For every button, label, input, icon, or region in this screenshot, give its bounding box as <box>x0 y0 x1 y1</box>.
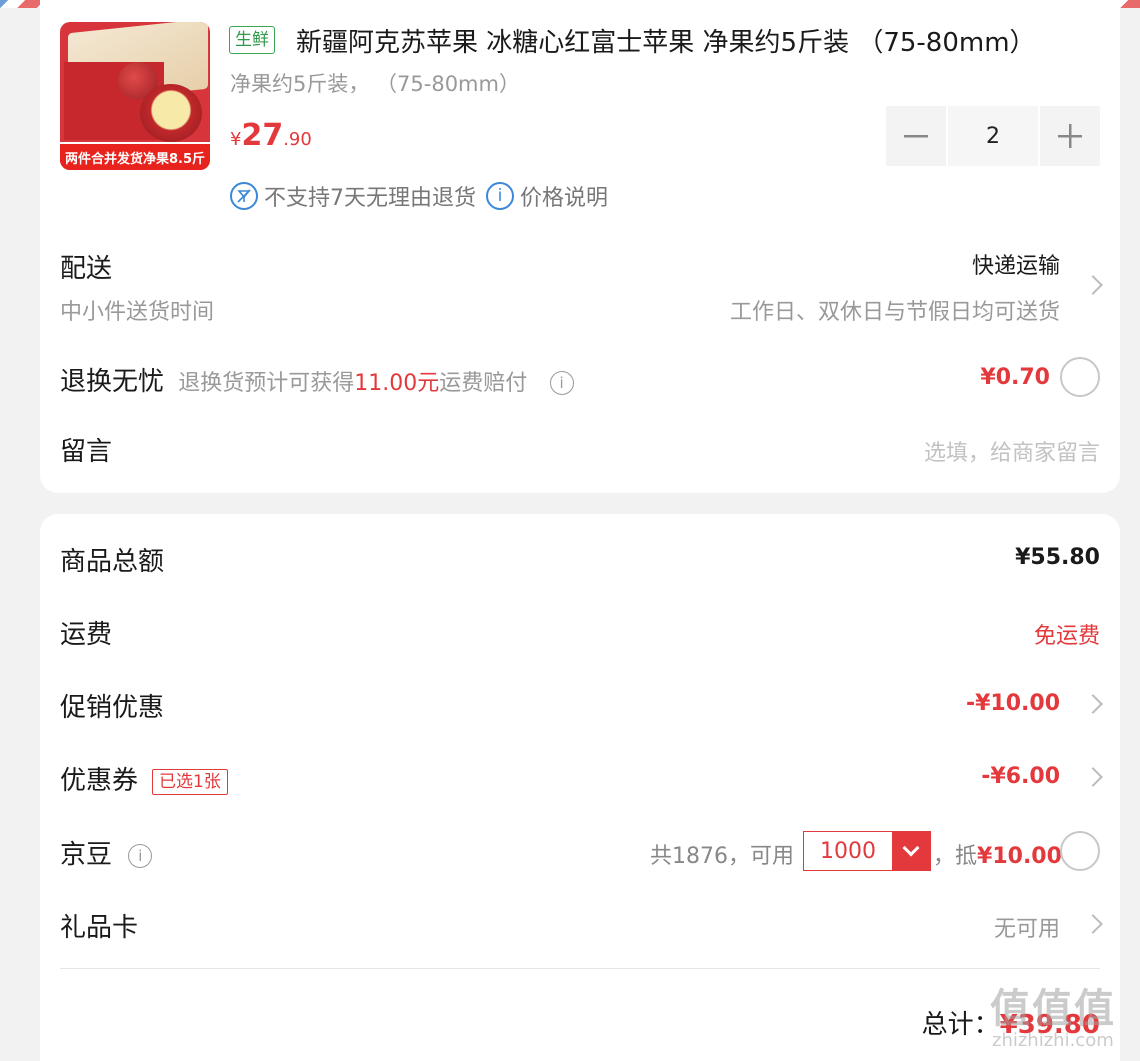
coupon-value[interactable]: -¥6.00 <box>981 764 1060 789</box>
summary-card: 商品总额 ¥55.80 运费 免运费 促销优惠 -¥10.00 优惠券 已选1张 … <box>40 514 1120 1061</box>
info-icon[interactable]: i <box>549 370 574 395</box>
watermark-url: zhizhizhi.com <box>992 1030 1114 1051</box>
return-worry-desc: 退换货预计可获得11.00元运费赔付 <box>178 371 528 396</box>
product-price: ¥27.90 <box>230 118 312 153</box>
delivery-time-label: 中小件送货时间 <box>60 300 215 325</box>
price-note-link[interactable]: 价格说明 <box>520 180 608 212</box>
beans-radio[interactable] <box>1060 831 1100 871</box>
product-image-banner: 两件合并发货净果8.5斤 <box>60 142 210 170</box>
plus-icon <box>1058 124 1082 148</box>
policy-row: 不支持7天无理由退货 i 价格说明 <box>230 180 608 212</box>
giftcard-chevron-icon[interactable] <box>1083 914 1103 934</box>
return-worry-label: 退换无忧 <box>60 367 165 397</box>
info-icon[interactable]: i <box>128 843 153 868</box>
beans-select-value[interactable]: 1000 <box>804 832 892 870</box>
beans-select[interactable]: 1000 <box>803 831 931 871</box>
shipping-value: 免运费 <box>1033 624 1100 649</box>
promo-value[interactable]: -¥10.00 <box>966 691 1060 716</box>
coupon-selected-badge: 已选1张 <box>152 768 228 795</box>
return-worry-price: ¥0.70 <box>980 365 1050 390</box>
coupon-chevron-icon[interactable] <box>1083 767 1103 787</box>
shipping-label: 运费 <box>60 620 113 650</box>
coupon-label: 优惠券 <box>60 766 139 796</box>
giftcard-label: 礼品卡 <box>60 913 139 943</box>
minus-icon <box>904 135 928 138</box>
info-icon[interactable]: i <box>486 182 514 210</box>
no-return-icon <box>230 182 258 210</box>
goods-total-value: ¥55.80 <box>1015 545 1100 570</box>
return-worry-row: 退换无忧 退换货预计可获得11.00元运费赔付 i <box>60 361 574 398</box>
divider <box>60 968 1100 969</box>
watermark: 值值值 <box>990 986 1116 1032</box>
beans-deduct: ，抵¥10.00 <box>933 844 1062 869</box>
chevron-down-icon[interactable] <box>892 832 930 870</box>
beans-label: 京豆 <box>60 840 113 870</box>
increase-button[interactable] <box>1040 106 1100 166</box>
quantity-input[interactable]: 2 <box>948 106 1038 166</box>
message-label: 留言 <box>60 437 113 467</box>
beans-total: 共1876，可用 <box>650 844 794 869</box>
delivery-method[interactable]: 快递运输 <box>972 248 1060 280</box>
quantity-stepper: 2 <box>886 106 1100 166</box>
coupon-row: 优惠券 已选1张 <box>60 760 228 797</box>
product-spec: 净果约5斤装， （75-80mm） <box>230 72 520 96</box>
delivery-label: 配送 <box>60 254 113 284</box>
order-item-card: 两件合并发货净果8.5斤 生鲜 新疆阿克苏苹果 冰糖心红富士苹果 净果约5斤装 … <box>40 0 1120 493</box>
delivery-desc: 工作日、双休日与节假日均可送货 <box>729 300 1060 325</box>
giftcard-value[interactable]: 无可用 <box>994 911 1060 943</box>
no-return-text: 不支持7天无理由退货 <box>264 186 476 211</box>
goods-total-label: 商品总额 <box>60 547 165 577</box>
message-input[interactable]: 选填，给商家留言 <box>924 435 1100 467</box>
beans-row: 京豆 i <box>60 834 153 871</box>
product-title[interactable]: 新疆阿克苏苹果 冰糖心红富士苹果 净果约5斤装 （75-80mm） <box>296 22 1036 59</box>
delivery-chevron-icon[interactable] <box>1083 275 1103 295</box>
return-worry-radio[interactable] <box>1060 357 1100 397</box>
fresh-tag: 生鲜 <box>229 26 275 54</box>
decrease-button[interactable] <box>886 106 946 166</box>
promo-chevron-icon[interactable] <box>1083 694 1103 714</box>
promo-label: 促销优惠 <box>60 693 165 723</box>
product-image[interactable]: 两件合并发货净果8.5斤 <box>60 22 210 170</box>
total-label: 总计： <box>921 1010 1000 1040</box>
